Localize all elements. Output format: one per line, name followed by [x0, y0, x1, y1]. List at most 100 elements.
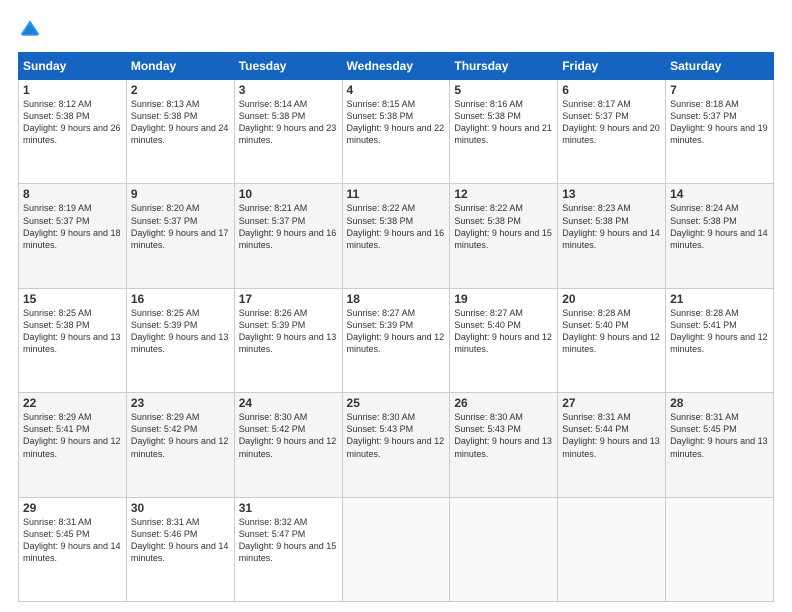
- calendar-header-wednesday: Wednesday: [342, 53, 450, 80]
- calendar-week-row: 8Sunrise: 8:19 AMSunset: 5:37 PMDaylight…: [19, 184, 774, 288]
- day-number: 5: [454, 83, 553, 97]
- calendar-cell: 2Sunrise: 8:13 AMSunset: 5:38 PMDaylight…: [126, 80, 234, 184]
- day-info: Sunrise: 8:28 AMSunset: 5:41 PMDaylight:…: [670, 307, 769, 356]
- day-number: 30: [131, 501, 230, 515]
- calendar-cell: 8Sunrise: 8:19 AMSunset: 5:37 PMDaylight…: [19, 184, 127, 288]
- day-info: Sunrise: 8:12 AMSunset: 5:38 PMDaylight:…: [23, 98, 122, 147]
- day-number: 11: [347, 187, 446, 201]
- day-info: Sunrise: 8:32 AMSunset: 5:47 PMDaylight:…: [239, 516, 338, 565]
- day-info: Sunrise: 8:27 AMSunset: 5:40 PMDaylight:…: [454, 307, 553, 356]
- calendar-header-tuesday: Tuesday: [234, 53, 342, 80]
- day-info: Sunrise: 8:31 AMSunset: 5:46 PMDaylight:…: [131, 516, 230, 565]
- day-info: Sunrise: 8:31 AMSunset: 5:44 PMDaylight:…: [562, 411, 661, 460]
- calendar-cell: 15Sunrise: 8:25 AMSunset: 5:38 PMDayligh…: [19, 288, 127, 392]
- calendar-cell: 29Sunrise: 8:31 AMSunset: 5:45 PMDayligh…: [19, 497, 127, 601]
- day-number: 4: [347, 83, 446, 97]
- day-info: Sunrise: 8:22 AMSunset: 5:38 PMDaylight:…: [347, 202, 446, 251]
- calendar-cell: 24Sunrise: 8:30 AMSunset: 5:42 PMDayligh…: [234, 393, 342, 497]
- calendar-cell: 11Sunrise: 8:22 AMSunset: 5:38 PMDayligh…: [342, 184, 450, 288]
- day-number: 16: [131, 292, 230, 306]
- day-info: Sunrise: 8:30 AMSunset: 5:43 PMDaylight:…: [454, 411, 553, 460]
- day-info: Sunrise: 8:31 AMSunset: 5:45 PMDaylight:…: [670, 411, 769, 460]
- day-info: Sunrise: 8:26 AMSunset: 5:39 PMDaylight:…: [239, 307, 338, 356]
- calendar-header-saturday: Saturday: [666, 53, 774, 80]
- calendar-cell: 18Sunrise: 8:27 AMSunset: 5:39 PMDayligh…: [342, 288, 450, 392]
- calendar-cell: 30Sunrise: 8:31 AMSunset: 5:46 PMDayligh…: [126, 497, 234, 601]
- calendar-header-thursday: Thursday: [450, 53, 558, 80]
- calendar-table: SundayMondayTuesdayWednesdayThursdayFrid…: [18, 52, 774, 602]
- calendar-cell: 26Sunrise: 8:30 AMSunset: 5:43 PMDayligh…: [450, 393, 558, 497]
- calendar-week-row: 22Sunrise: 8:29 AMSunset: 5:41 PMDayligh…: [19, 393, 774, 497]
- day-number: 12: [454, 187, 553, 201]
- day-info: Sunrise: 8:16 AMSunset: 5:38 PMDaylight:…: [454, 98, 553, 147]
- calendar-cell: 19Sunrise: 8:27 AMSunset: 5:40 PMDayligh…: [450, 288, 558, 392]
- calendar-cell: 21Sunrise: 8:28 AMSunset: 5:41 PMDayligh…: [666, 288, 774, 392]
- calendar-cell: 16Sunrise: 8:25 AMSunset: 5:39 PMDayligh…: [126, 288, 234, 392]
- calendar-cell: [558, 497, 666, 601]
- calendar-cell: 10Sunrise: 8:21 AMSunset: 5:37 PMDayligh…: [234, 184, 342, 288]
- day-info: Sunrise: 8:17 AMSunset: 5:37 PMDaylight:…: [562, 98, 661, 147]
- day-number: 18: [347, 292, 446, 306]
- calendar-cell: 25Sunrise: 8:30 AMSunset: 5:43 PMDayligh…: [342, 393, 450, 497]
- calendar-week-row: 15Sunrise: 8:25 AMSunset: 5:38 PMDayligh…: [19, 288, 774, 392]
- calendar-cell: [450, 497, 558, 601]
- calendar-cell: 14Sunrise: 8:24 AMSunset: 5:38 PMDayligh…: [666, 184, 774, 288]
- day-info: Sunrise: 8:28 AMSunset: 5:40 PMDaylight:…: [562, 307, 661, 356]
- day-info: Sunrise: 8:29 AMSunset: 5:42 PMDaylight:…: [131, 411, 230, 460]
- day-info: Sunrise: 8:14 AMSunset: 5:38 PMDaylight:…: [239, 98, 338, 147]
- day-info: Sunrise: 8:15 AMSunset: 5:38 PMDaylight:…: [347, 98, 446, 147]
- day-info: Sunrise: 8:13 AMSunset: 5:38 PMDaylight:…: [131, 98, 230, 147]
- day-number: 6: [562, 83, 661, 97]
- day-number: 25: [347, 396, 446, 410]
- logo: [18, 18, 46, 42]
- day-number: 22: [23, 396, 122, 410]
- day-number: 24: [239, 396, 338, 410]
- calendar-header-row: SundayMondayTuesdayWednesdayThursdayFrid…: [19, 53, 774, 80]
- page: SundayMondayTuesdayWednesdayThursdayFrid…: [0, 0, 792, 612]
- calendar-cell: 20Sunrise: 8:28 AMSunset: 5:40 PMDayligh…: [558, 288, 666, 392]
- day-number: 1: [23, 83, 122, 97]
- header: [18, 18, 774, 42]
- calendar-cell: [342, 497, 450, 601]
- calendar-cell: 22Sunrise: 8:29 AMSunset: 5:41 PMDayligh…: [19, 393, 127, 497]
- day-number: 20: [562, 292, 661, 306]
- day-number: 9: [131, 187, 230, 201]
- day-number: 15: [23, 292, 122, 306]
- day-number: 21: [670, 292, 769, 306]
- calendar-cell: 6Sunrise: 8:17 AMSunset: 5:37 PMDaylight…: [558, 80, 666, 184]
- day-info: Sunrise: 8:27 AMSunset: 5:39 PMDaylight:…: [347, 307, 446, 356]
- logo-icon: [18, 18, 42, 42]
- calendar-cell: 28Sunrise: 8:31 AMSunset: 5:45 PMDayligh…: [666, 393, 774, 497]
- day-number: 10: [239, 187, 338, 201]
- day-info: Sunrise: 8:25 AMSunset: 5:39 PMDaylight:…: [131, 307, 230, 356]
- calendar-cell: 27Sunrise: 8:31 AMSunset: 5:44 PMDayligh…: [558, 393, 666, 497]
- calendar-cell: 5Sunrise: 8:16 AMSunset: 5:38 PMDaylight…: [450, 80, 558, 184]
- calendar-cell: 1Sunrise: 8:12 AMSunset: 5:38 PMDaylight…: [19, 80, 127, 184]
- day-info: Sunrise: 8:21 AMSunset: 5:37 PMDaylight:…: [239, 202, 338, 251]
- day-info: Sunrise: 8:30 AMSunset: 5:42 PMDaylight:…: [239, 411, 338, 460]
- day-info: Sunrise: 8:30 AMSunset: 5:43 PMDaylight:…: [347, 411, 446, 460]
- calendar-week-row: 1Sunrise: 8:12 AMSunset: 5:38 PMDaylight…: [19, 80, 774, 184]
- day-info: Sunrise: 8:23 AMSunset: 5:38 PMDaylight:…: [562, 202, 661, 251]
- day-number: 28: [670, 396, 769, 410]
- calendar-header-monday: Monday: [126, 53, 234, 80]
- day-number: 26: [454, 396, 553, 410]
- calendar-cell: 23Sunrise: 8:29 AMSunset: 5:42 PMDayligh…: [126, 393, 234, 497]
- day-number: 17: [239, 292, 338, 306]
- calendar-cell: 13Sunrise: 8:23 AMSunset: 5:38 PMDayligh…: [558, 184, 666, 288]
- calendar-cell: 4Sunrise: 8:15 AMSunset: 5:38 PMDaylight…: [342, 80, 450, 184]
- day-info: Sunrise: 8:29 AMSunset: 5:41 PMDaylight:…: [23, 411, 122, 460]
- calendar-cell: 3Sunrise: 8:14 AMSunset: 5:38 PMDaylight…: [234, 80, 342, 184]
- day-number: 8: [23, 187, 122, 201]
- calendar-cell: 9Sunrise: 8:20 AMSunset: 5:37 PMDaylight…: [126, 184, 234, 288]
- day-info: Sunrise: 8:24 AMSunset: 5:38 PMDaylight:…: [670, 202, 769, 251]
- day-info: Sunrise: 8:31 AMSunset: 5:45 PMDaylight:…: [23, 516, 122, 565]
- calendar-cell: 31Sunrise: 8:32 AMSunset: 5:47 PMDayligh…: [234, 497, 342, 601]
- day-number: 31: [239, 501, 338, 515]
- day-number: 27: [562, 396, 661, 410]
- calendar-cell: 17Sunrise: 8:26 AMSunset: 5:39 PMDayligh…: [234, 288, 342, 392]
- day-number: 19: [454, 292, 553, 306]
- calendar-header-sunday: Sunday: [19, 53, 127, 80]
- day-number: 3: [239, 83, 338, 97]
- day-number: 14: [670, 187, 769, 201]
